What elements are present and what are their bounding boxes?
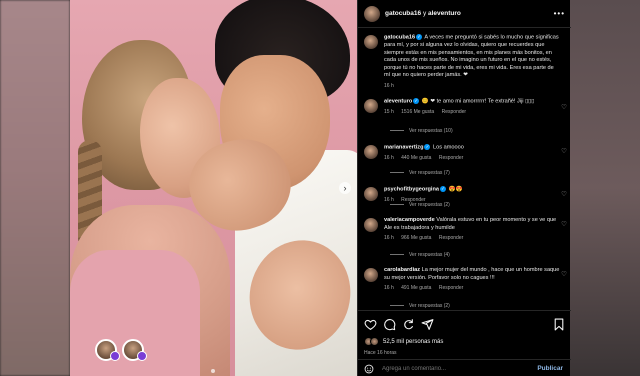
comment-like-heart-icon[interactable]: ♡ [561, 147, 567, 155]
comment-item: valeriacampoverde Valórala estuvo en tu … [364, 217, 569, 243]
comment-like-heart-icon[interactable]: ♡ [561, 270, 567, 278]
comment-item: aleventuro ✓ 😊 ❤ te amo mi amorrrrrr! Te … [364, 98, 569, 117]
view-replies-button[interactable]: Ver respuestas (2) [390, 303, 450, 309]
comment-text: Los amoooo [433, 144, 464, 151]
view-replies-button[interactable]: Ver respuestas (2) [390, 202, 450, 208]
bookmark-icon[interactable] [553, 318, 565, 331]
authors-separator: y [422, 10, 427, 17]
comment-like-heart-icon[interactable]: ♡ [561, 220, 567, 228]
comment-likes[interactable]: 440 Me gusta [401, 155, 431, 161]
comment-time: 16 h [384, 235, 394, 242]
comment-likes[interactable]: 491 Me gusta [401, 285, 431, 291]
comment-item: carolabardiaz La mejor mujer del mundo ,… [364, 267, 569, 293]
send-icon[interactable] [421, 318, 434, 331]
tag-badge-icon [137, 351, 147, 361]
view-replies-button[interactable]: Ver respuestas (10) [390, 128, 453, 134]
post-header: gatocuba16 y aleventuro ••• [358, 0, 571, 28]
verified-icon: ✓ [424, 144, 431, 150]
carousel-dot [211, 369, 215, 373]
comment-avatar[interactable] [364, 99, 378, 113]
comment-text: 😍😍 [448, 186, 463, 193]
caption: gatocuba16 ✓ A veces me preguntó si sabés… [364, 34, 569, 91]
background-blur-right [570, 0, 640, 376]
likes-summary[interactable]: 52,5 mil personas más [364, 337, 443, 346]
verified-icon: ✓ [440, 186, 447, 192]
verified-icon: ✓ [416, 34, 423, 40]
action-icons [364, 318, 434, 331]
comment-time: 16 h [384, 285, 394, 292]
comment-likes[interactable]: 966 Me gusta [401, 235, 431, 241]
caption-username[interactable]: gatocuba16 [384, 35, 415, 41]
comment-like-heart-icon[interactable]: ♡ [561, 103, 567, 111]
add-comment-bar: Publicar [358, 359, 571, 376]
reply-button[interactable]: Responder [439, 155, 463, 161]
post-photo[interactable]: › [70, 0, 357, 376]
comment-avatar[interactable] [364, 145, 378, 159]
comments-list[interactable]: gatocuba16 ✓ A veces me preguntó si sabés… [358, 28, 571, 310]
view-replies-button[interactable]: Ver respuestas (4) [390, 252, 450, 258]
reply-button[interactable]: Responder [439, 235, 463, 241]
comment-username[interactable]: psychofitbygeorgina [384, 187, 439, 193]
comment-avatar[interactable] [364, 218, 378, 232]
emoji-icon[interactable] [364, 364, 374, 374]
likes-count[interactable]: 52,5 mil personas más [383, 339, 443, 345]
heart-icon[interactable] [364, 318, 377, 331]
caption-text: A veces me preguntó si sabés lo mucho qu… [384, 34, 559, 79]
comment-avatar[interactable] [364, 268, 378, 282]
background-blur-left [0, 0, 70, 376]
comment-like-heart-icon[interactable]: ♡ [561, 190, 567, 198]
comment-avatar[interactable] [364, 187, 378, 201]
next-image-icon[interactable]: › [339, 182, 351, 194]
post-actions: 52,5 mil personas más Hace 16 horas Publ… [358, 310, 571, 376]
comment-item: marianavertizg ✓ Los amoooo 16 h 440 Me g… [364, 144, 569, 163]
comment-username[interactable]: aleventuro [384, 99, 412, 105]
comment-input[interactable] [382, 365, 522, 372]
verified-icon: ✓ [413, 98, 420, 104]
comment-likes[interactable]: 1516 Me gusta [401, 109, 434, 115]
comment-username[interactable]: marianavertizg [384, 145, 423, 151]
comment-text: 😊 ❤ te amo mi amorrrrrr! Te extrañé! Jij… [421, 98, 535, 105]
coauthor-username[interactable]: aleventuro [428, 10, 461, 17]
post-modal: › gatocuba16 y aleventuro ••• gatocuba16… [70, 0, 571, 376]
more-options-icon[interactable]: ••• [554, 9, 565, 18]
post-side-panel: gatocuba16 y aleventuro ••• gatocuba16 ✓ … [357, 0, 571, 376]
author-username[interactable]: gatocuba16 [385, 10, 421, 17]
comment-username[interactable]: valeriacampoverde [384, 217, 435, 223]
save-button[interactable] [553, 318, 565, 336]
author-avatar[interactable] [364, 5, 380, 22]
reply-button[interactable]: Responder [442, 109, 466, 115]
tag-badge-icon [110, 351, 120, 361]
comment-time: 15 h [384, 109, 394, 116]
view-replies-button[interactable]: Ver respuestas (7) [390, 170, 450, 176]
post-time: Hace 16 horas [364, 350, 397, 356]
reply-button[interactable]: Responder [439, 285, 463, 291]
share-icon[interactable] [402, 318, 415, 331]
comment-icon[interactable] [383, 318, 396, 331]
caption-avatar[interactable] [364, 35, 378, 49]
post-authors[interactable]: gatocuba16 y aleventuro [385, 10, 461, 17]
comment-time: 16 h [384, 155, 394, 162]
caption-time: 16 h [384, 83, 394, 90]
publish-button[interactable]: Publicar [537, 365, 563, 372]
comment-username[interactable]: carolabardiaz [384, 267, 420, 273]
liker-avatar [370, 337, 379, 346]
